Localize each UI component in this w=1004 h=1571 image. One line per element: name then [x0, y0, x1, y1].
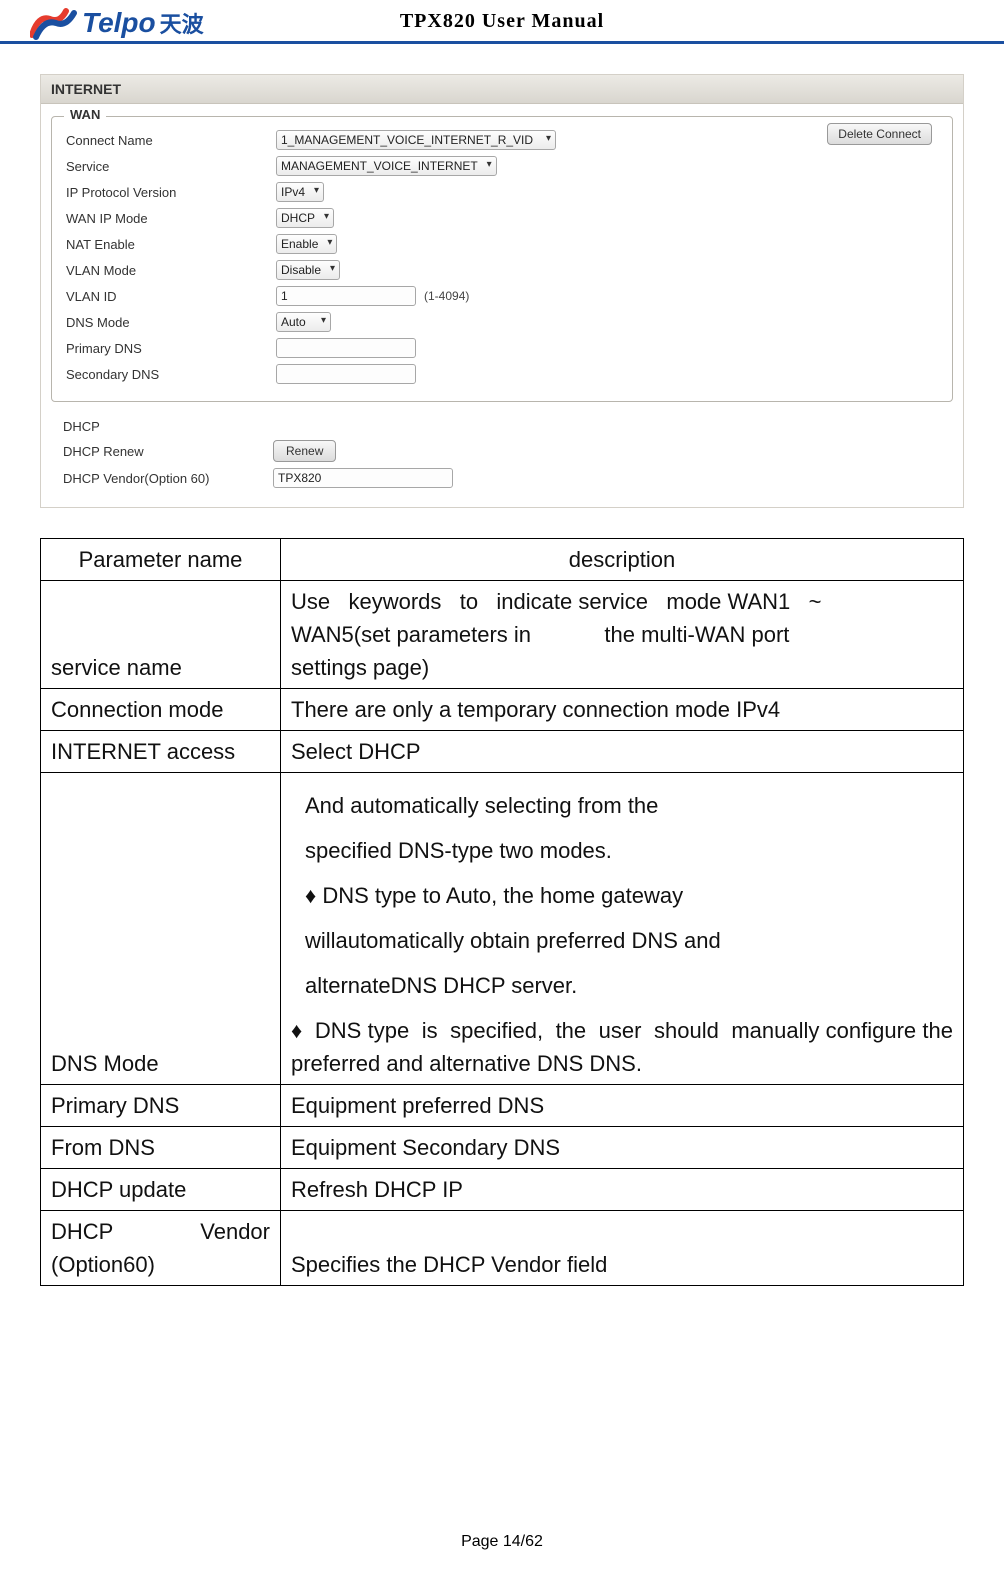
cell-dhcp-update-name: DHCP update — [41, 1169, 281, 1211]
input-secondary-dns[interactable] — [276, 364, 416, 384]
cell-from-dns-name: From DNS — [41, 1127, 281, 1169]
brand-logo: Telpo 天波 — [30, 5, 204, 40]
hint-vlan-id: (1-4094) — [424, 289, 469, 303]
label-ip-proto: IP Protocol Version — [66, 185, 276, 200]
label-dhcp-vendor: DHCP Vendor(Option 60) — [63, 471, 273, 486]
logo-text-en: Telpo — [82, 7, 156, 39]
cell-primary-dns-desc: Equipment preferred DNS — [281, 1085, 964, 1127]
row-dhcp-update: DHCP update Refresh DHCP IP — [41, 1169, 964, 1211]
row-nat-enable: NAT Enable Enable — [66, 231, 938, 257]
parameter-table: Parameter name description service name … — [40, 538, 964, 1286]
row-dhcp-renew: DHCP Renew Renew — [63, 437, 941, 465]
label-service: Service — [66, 159, 276, 174]
cell-dhcp-vendor-desc: Specifies the DHCP Vendor field — [281, 1211, 964, 1286]
label-dhcp-heading: DHCP — [63, 419, 273, 434]
page-content: INTERNET WAN Delete Connect Connect Name… — [0, 44, 1004, 1286]
row-service-name: service name Use keywords to indicate se… — [41, 581, 964, 689]
row-secondary-dns: Secondary DNS — [66, 361, 938, 387]
label-vlan-id: VLAN ID — [66, 289, 276, 304]
renew-button[interactable]: Renew — [273, 440, 336, 462]
row-dns-mode-desc: DNS Mode And automatically selecting fro… — [41, 773, 964, 1085]
row-connection-mode: Connection mode There are only a tempora… — [41, 689, 964, 731]
label-wan-ip-mode: WAN IP Mode — [66, 211, 276, 226]
label-secondary-dns: Secondary DNS — [66, 367, 276, 382]
doc-header: Telpo 天波 TPX820 User Manual — [0, 0, 1004, 44]
select-vlan-mode[interactable]: Disable — [276, 260, 340, 280]
cell-primary-dns-name: Primary DNS — [41, 1085, 281, 1127]
row-primary-dns: Primary DNS — [66, 335, 938, 361]
row-service: Service MANAGEMENT_VOICE_INTERNET — [66, 153, 938, 179]
row-connect-name: Connect Name 1_MANAGEMENT_VOICE_INTERNET… — [66, 127, 938, 153]
row-dns-mode: DNS Mode Auto — [66, 309, 938, 335]
cell-internet-access-desc: Select DHCP — [281, 731, 964, 773]
cell-dhcp-vendor-name: DHCP Vendor (Option60) — [41, 1211, 281, 1286]
input-dhcp-vendor[interactable] — [273, 468, 453, 488]
select-nat-enable[interactable]: Enable — [276, 234, 337, 254]
label-primary-dns: Primary DNS — [66, 341, 276, 356]
dhcp-section: DHCP DHCP Renew Renew DHCP Vendor(Option… — [41, 412, 963, 507]
select-service[interactable]: MANAGEMENT_VOICE_INTERNET — [276, 156, 497, 176]
row-dhcp-vendor: DHCP Vendor(Option 60) — [63, 465, 941, 491]
row-internet-access: INTERNET access Select DHCP — [41, 731, 964, 773]
cell-dns-mode-name: DNS Mode — [41, 773, 281, 1085]
wan-fieldset: WAN Delete Connect Connect Name 1_MANAGE… — [51, 116, 953, 402]
row-primary-dns-desc: Primary DNS Equipment preferred DNS — [41, 1085, 964, 1127]
dhcp-heading: DHCP — [63, 416, 941, 437]
select-wan-ip-mode[interactable]: DHCP — [276, 208, 334, 228]
input-primary-dns[interactable] — [276, 338, 416, 358]
select-connect-name[interactable]: 1_MANAGEMENT_VOICE_INTERNET_R_VID — [276, 130, 556, 150]
cell-connection-mode-desc: There are only a temporary connection mo… — [281, 689, 964, 731]
select-ip-proto[interactable]: IPv4 — [276, 182, 324, 202]
cell-service-desc: Use keywords to indicate service mode WA… — [281, 581, 964, 689]
row-ip-proto: IP Protocol Version IPv4 — [66, 179, 938, 205]
row-dhcp-vendor: DHCP Vendor (Option60) Specifies the DHC… — [41, 1211, 964, 1286]
cell-dns-mode-desc: And automatically selecting from the spe… — [281, 773, 964, 1085]
internet-panel: INTERNET WAN Delete Connect Connect Name… — [40, 74, 964, 508]
cell-connection-mode-name: Connection mode — [41, 689, 281, 731]
label-dns-mode: DNS Mode — [66, 315, 276, 330]
row-from-dns: From DNS Equipment Secondary DNS — [41, 1127, 964, 1169]
cell-from-dns-desc: Equipment Secondary DNS — [281, 1127, 964, 1169]
logo-icon — [30, 5, 80, 40]
cell-dhcp-update-desc: Refresh DHCP IP — [281, 1169, 964, 1211]
panel-heading: INTERNET — [41, 75, 963, 104]
input-vlan-id[interactable] — [276, 286, 416, 306]
select-dns-mode[interactable]: Auto — [276, 312, 331, 332]
th-parameter-name: Parameter name — [41, 539, 281, 581]
doc-title: TPX820 User Manual — [400, 10, 604, 33]
logo-text-cn: 天波 — [160, 7, 204, 39]
th-description: description — [281, 539, 964, 581]
cell-service-name: service name — [41, 581, 281, 689]
label-connect-name: Connect Name — [66, 133, 276, 148]
label-vlan-mode: VLAN Mode — [66, 263, 276, 278]
page-footer: Page 14/62 — [0, 1533, 1004, 1551]
delete-connect-button[interactable]: Delete Connect — [827, 123, 932, 145]
row-vlan-mode: VLAN Mode Disable — [66, 257, 938, 283]
wan-legend: WAN — [64, 107, 106, 122]
label-dhcp-renew: DHCP Renew — [63, 444, 273, 459]
table-header-row: Parameter name description — [41, 539, 964, 581]
label-nat-enable: NAT Enable — [66, 237, 276, 252]
row-vlan-id: VLAN ID (1-4094) — [66, 283, 938, 309]
cell-internet-access-name: INTERNET access — [41, 731, 281, 773]
row-wan-ip-mode: WAN IP Mode DHCP — [66, 205, 938, 231]
